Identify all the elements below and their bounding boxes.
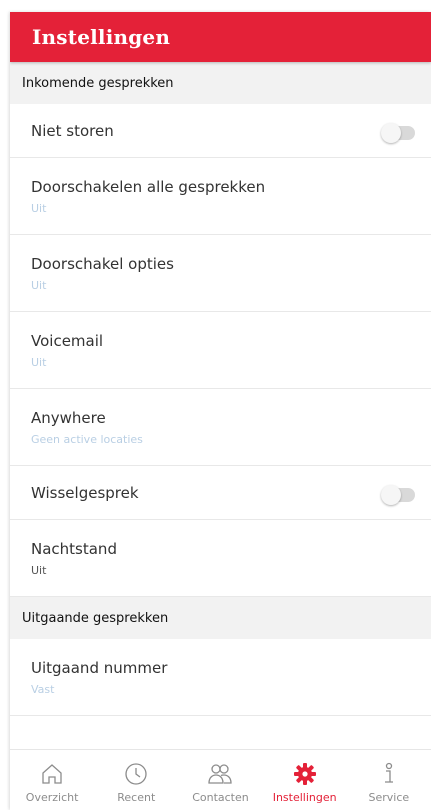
tab-label: Service — [368, 791, 410, 804]
info-icon — [384, 762, 393, 783]
section-header-incoming: Inkomende gesprekken — [10, 62, 431, 104]
tab-overzicht[interactable]: Overzicht — [12, 750, 92, 810]
tab-recent[interactable]: Recent — [96, 750, 176, 810]
tab-label: Instellingen — [272, 791, 337, 804]
niet-storen-toggle[interactable] — [381, 123, 415, 143]
setting-nachtstand[interactable]: Nachtstand Uit — [10, 520, 431, 597]
tab-instellingen[interactable]: Instellingen — [265, 750, 345, 810]
setting-doorschakelen-alle[interactable]: Doorschakelen alle gesprekken Uit — [10, 158, 431, 235]
setting-label: Doorschakelen alle gesprekken — [31, 178, 266, 196]
setting-value: Uit — [31, 202, 47, 215]
tab-contacten[interactable]: Contacten — [180, 750, 260, 810]
setting-value: Uit — [31, 279, 47, 292]
setting-value: Vast — [31, 683, 55, 696]
gear-icon — [293, 763, 316, 785]
setting-label: Doorschakel opties — [31, 255, 174, 273]
setting-label: Anywhere — [31, 409, 106, 427]
section-header-outgoing: Uitgaande gesprekken — [10, 597, 431, 639]
setting-niet-storen[interactable]: Niet storen — [10, 104, 431, 158]
contacts-icon — [208, 764, 233, 784]
setting-wisselgesprek[interactable]: Wisselgesprek — [10, 466, 431, 520]
tab-label: Overzicht — [25, 791, 79, 804]
bottom-tab-bar: Overzicht Recent Contacten Instellingen … — [10, 749, 431, 810]
setting-label: Nachtstand — [31, 540, 117, 558]
setting-label: Wisselgesprek — [31, 484, 139, 502]
setting-label: Niet storen — [31, 122, 114, 140]
setting-value: Uit — [31, 564, 47, 577]
setting-value: Geen active locaties — [31, 433, 143, 446]
tab-label: Contacten — [192, 791, 249, 804]
wisselgesprek-toggle[interactable] — [381, 485, 415, 505]
page-title: Instellingen — [32, 25, 171, 49]
tab-service[interactable]: Service — [349, 750, 429, 810]
app-frame: Instellingen Inkomende gesprekken Niet s… — [10, 12, 431, 810]
setting-uitgaand-nummer[interactable]: Uitgaand nummer Vast — [10, 639, 431, 716]
setting-voicemail[interactable]: Voicemail Uit — [10, 312, 431, 389]
clock-icon — [125, 763, 147, 785]
toggle-knob — [381, 123, 401, 143]
app-header: Instellingen — [10, 12, 431, 62]
setting-doorschakel-opties[interactable]: Doorschakel opties Uit — [10, 235, 431, 312]
toggle-knob — [381, 485, 401, 505]
tab-label: Recent — [117, 791, 156, 804]
setting-value: Uit — [31, 356, 47, 369]
setting-label: Uitgaand nummer — [31, 659, 168, 677]
setting-label: Voicemail — [31, 332, 104, 350]
home-icon — [42, 764, 62, 784]
setting-anywhere[interactable]: Anywhere Geen active locaties — [10, 389, 431, 466]
